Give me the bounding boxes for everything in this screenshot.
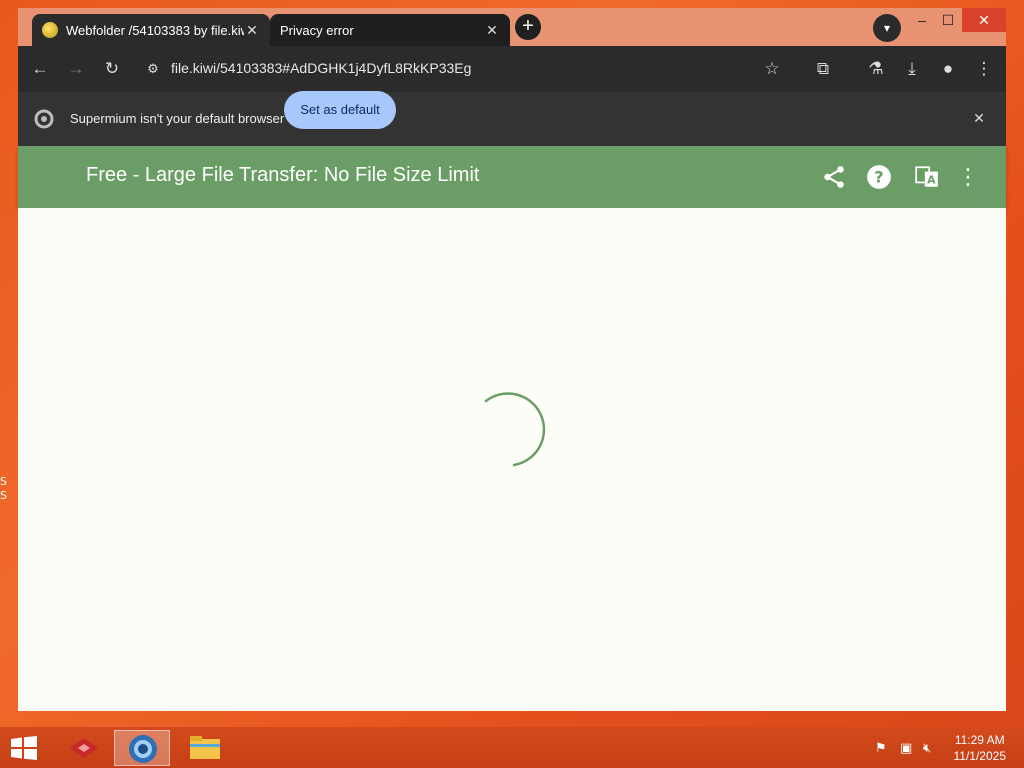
set-as-default-button[interactable]: Set as default	[284, 91, 396, 129]
infobar-message: Supermium isn't your default browser	[70, 111, 285, 126]
forward-arrow-icon[interactable]: →	[65, 58, 87, 80]
tab-privacy-error[interactable]: Privacy error ✕	[270, 14, 510, 46]
new-tab-button[interactable]: +	[515, 14, 541, 40]
desktop-text-fragment: S	[0, 489, 7, 502]
page-title: Free - Large File Transfer: No File Size…	[86, 164, 480, 186]
tab-search-chevron-icon[interactable]: ▾	[873, 14, 901, 42]
file-kiwi-favicon-icon	[42, 22, 58, 38]
translate-icon[interactable]: A	[914, 164, 940, 190]
default-browser-infobar: Supermium isn't your default browser ✕	[18, 92, 1006, 146]
browser-toolbar: ← → ↻ ⚙ file.kiwi/54103383#AdDGHK1j4DyfL…	[18, 46, 1006, 92]
downloads-icon[interactable]: ⤓	[901, 58, 923, 80]
network-icon[interactable]: ▣	[900, 740, 912, 756]
loading-spinner-icon	[484, 392, 546, 467]
maximize-button[interactable]: ☐	[932, 8, 964, 32]
tab-label: Webfolder /54103383 by file.kiwi	[66, 22, 244, 38]
browser-app-icon	[129, 735, 157, 763]
page-content	[18, 208, 1006, 711]
share-icon[interactable]	[821, 164, 847, 190]
extensions-puzzle-icon[interactable]: ⧉	[812, 58, 834, 80]
help-icon[interactable]: ?	[866, 164, 892, 190]
tab-label: Privacy error	[280, 22, 354, 38]
taskbar-file-explorer[interactable]	[176, 730, 232, 766]
bookmark-star-icon[interactable]: ☆	[761, 58, 783, 80]
close-tab-icon[interactable]: ✕	[244, 22, 260, 39]
browser-menu-icon[interactable]: ⋮	[973, 58, 995, 80]
profile-avatar-icon[interactable]: ●	[937, 58, 959, 80]
close-tab-icon[interactable]: ✕	[484, 22, 500, 39]
supermium-logo-icon	[34, 109, 54, 129]
desktop-text-fragment: S	[0, 475, 7, 488]
close-window-button[interactable]: ✕	[962, 8, 1006, 32]
volume-muted-icon[interactable]: 🔇︎	[923, 740, 931, 756]
svg-text:?: ?	[874, 167, 883, 186]
more-vert-icon[interactable]: ⋮	[955, 164, 981, 190]
svg-text:A: A	[927, 174, 936, 187]
clock-time: 11:29 AM	[954, 733, 1005, 747]
browser-window: Webfolder /54103383 by file.kiwi ✕ Priva…	[18, 8, 1006, 711]
tab-strip: Webfolder /54103383 by file.kiwi ✕ Priva…	[18, 8, 1006, 46]
action-center-flag-icon[interactable]: ⚑	[875, 740, 887, 756]
folder-icon	[190, 736, 220, 759]
site-settings-icon[interactable]: ⚙	[142, 58, 164, 80]
taskbar: ⚑ ▣ 🔇︎ 11:29 AM 11/1/2025	[0, 727, 1024, 768]
tab-webfolder[interactable]: Webfolder /54103383 by file.kiwi ✕	[32, 14, 270, 46]
address-bar[interactable]: file.kiwi/54103383#AdDGHK1j4DyfL8RkKP33E…	[171, 60, 471, 76]
back-arrow-icon[interactable]: ←	[29, 58, 51, 80]
reload-icon[interactable]: ↻	[101, 58, 123, 80]
taskbar-app-browser[interactable]	[114, 730, 170, 766]
app-header: Free - Large File Transfer: No File Size…	[18, 146, 1006, 208]
windows-start-icon[interactable]	[10, 736, 38, 760]
taskbar-app-red[interactable]	[58, 730, 114, 766]
close-infobar-icon[interactable]: ✕	[968, 107, 990, 129]
red-app-icon	[70, 738, 98, 758]
labs-flask-icon[interactable]: ⚗	[865, 58, 887, 80]
system-clock[interactable]: 11:29 AM 11/1/2025	[954, 732, 1007, 764]
clock-date: 11/1/2025	[953, 749, 1007, 763]
